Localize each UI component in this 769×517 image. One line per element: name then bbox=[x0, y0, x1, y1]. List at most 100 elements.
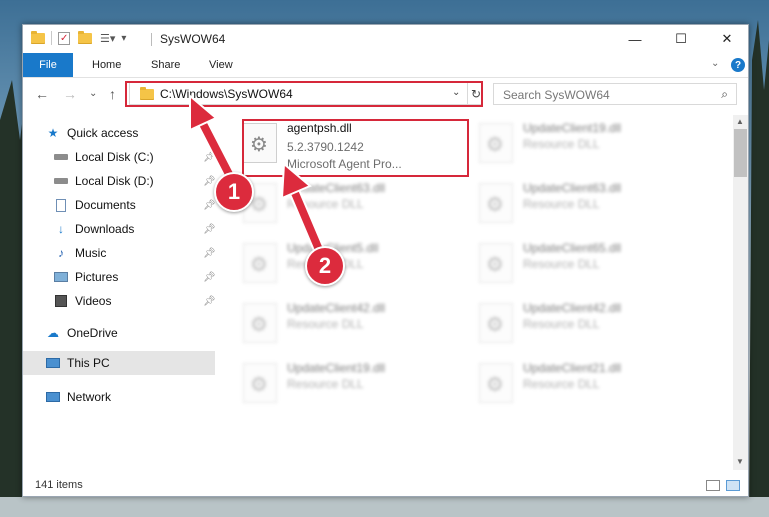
title-bar: ✓ ☰▾ ▾ SysWOW64 — ☐ ✕ bbox=[23, 25, 748, 53]
file-item[interactable]: UpdateClient63.dll Resource DLL bbox=[471, 179, 701, 233]
sidebar-item-onedrive[interactable]: ☁ OneDrive bbox=[45, 323, 118, 343]
music-icon: ♪ bbox=[58, 246, 64, 260]
large-icons-view-icon[interactable] bbox=[726, 480, 740, 491]
sidebar-item-label: Quick access bbox=[67, 126, 139, 140]
maximize-icon: ☐ bbox=[675, 31, 687, 46]
new-folder-icon[interactable] bbox=[78, 30, 92, 44]
tab-share[interactable]: Share bbox=[151, 53, 180, 77]
scroll-up-icon[interactable]: ▲ bbox=[736, 117, 744, 126]
properties-icon[interactable]: ✓ bbox=[58, 31, 70, 45]
back-button[interactable]: ← bbox=[35, 86, 49, 102]
file-highlight bbox=[242, 119, 469, 177]
pin-icon[interactable]: 📌︎ bbox=[203, 296, 216, 307]
download-icon: ↓ bbox=[58, 222, 64, 236]
file-name: UpdateClient63.dll bbox=[523, 181, 622, 195]
sidebar-item-label: Music bbox=[75, 246, 107, 260]
sidebar-item-downloads[interactable]: ↓ Downloads bbox=[53, 219, 134, 239]
file-item[interactable]: UpdateClient65.dll Resource DLL bbox=[471, 239, 701, 293]
file-name: UpdateClient42.dll bbox=[523, 301, 622, 315]
scroll-down-icon[interactable]: ▼ bbox=[736, 457, 744, 466]
cloud-icon: ☁ bbox=[47, 326, 59, 340]
sidebar-item-label: Network bbox=[67, 390, 112, 404]
close-button[interactable]: ✕ bbox=[704, 25, 750, 53]
title-divider bbox=[151, 33, 152, 46]
sidebar-item-videos[interactable]: Videos bbox=[53, 291, 111, 311]
videos-icon bbox=[53, 294, 69, 308]
search-icon[interactable]: ⌕ bbox=[721, 87, 728, 102]
sidebar-item-label: This PC bbox=[67, 356, 110, 370]
dll-file-icon bbox=[243, 303, 277, 343]
pin-icon[interactable]: 📌︎ bbox=[203, 176, 216, 187]
minimize-icon: — bbox=[628, 31, 642, 47]
sidebar-item-this-pc[interactable]: This PC bbox=[23, 351, 215, 375]
help-icon[interactable]: ? bbox=[731, 58, 745, 72]
ribbon-tabs: File Home Share View ⌄ ? bbox=[23, 53, 748, 78]
file-item[interactable]: UpdateClient21.dll Resource DLL bbox=[471, 359, 701, 413]
window-title: SysWOW64 bbox=[160, 32, 226, 46]
callout-badge-1: 1 bbox=[214, 172, 254, 212]
file-type: Resource DLL bbox=[523, 137, 600, 151]
pin-icon[interactable]: 📌︎ bbox=[203, 248, 216, 259]
file-item[interactable]: UpdateClient63.dll Resource DLL bbox=[235, 179, 465, 233]
file-name: UpdateClient19.dll bbox=[287, 361, 386, 375]
file-item[interactable]: UpdateClient19.dll Resource DLL bbox=[235, 359, 465, 413]
explorer-window: ✓ ☰▾ ▾ SysWOW64 — ☐ ✕ File Home Share Vi… bbox=[22, 24, 749, 497]
customize-toolbar-icon[interactable]: ☰▾ bbox=[100, 32, 115, 45]
toolbar-separator bbox=[51, 31, 52, 45]
up-button[interactable]: ↑ bbox=[109, 86, 116, 102]
pin-icon[interactable]: 📌︎ bbox=[203, 224, 216, 235]
dll-file-icon bbox=[479, 243, 513, 283]
tab-view[interactable]: View bbox=[209, 53, 233, 77]
file-name: UpdateClient63.dll bbox=[287, 181, 386, 195]
sidebar-item-music[interactable]: ♪ Music bbox=[53, 243, 106, 263]
pin-icon[interactable]: 📌︎ bbox=[203, 200, 216, 211]
drive-icon bbox=[53, 150, 69, 164]
file-type: Resource DLL bbox=[287, 377, 364, 391]
tab-home[interactable]: Home bbox=[92, 53, 121, 77]
file-item[interactable]: UpdateClient42.dll Resource DLL bbox=[235, 299, 465, 353]
file-type: Resource DLL bbox=[287, 317, 364, 331]
file-type: Resource DLL bbox=[523, 317, 600, 331]
sidebar-item-label: Local Disk (D:) bbox=[75, 174, 154, 188]
search-placeholder: Search SysWOW64 bbox=[503, 88, 610, 102]
sidebar-item-local-disk-d[interactable]: Local Disk (D:) bbox=[53, 171, 154, 191]
minimize-button[interactable]: — bbox=[612, 25, 658, 53]
star-icon: ★ bbox=[47, 126, 59, 140]
maximize-button[interactable]: ☐ bbox=[658, 25, 704, 53]
sidebar-item-label: Local Disk (C:) bbox=[75, 150, 154, 164]
address-highlight bbox=[125, 81, 483, 107]
file-item[interactable]: UpdateClient5.dll Resource DLL bbox=[235, 239, 465, 293]
callout-badge-2: 2 bbox=[305, 246, 345, 286]
file-type: Resource DLL bbox=[523, 197, 600, 211]
item-count: 141 items bbox=[35, 479, 83, 491]
dll-file-icon bbox=[479, 123, 513, 163]
pin-icon[interactable]: 📌︎ bbox=[203, 152, 216, 163]
dll-file-icon bbox=[479, 183, 513, 223]
expand-ribbon-icon[interactable]: ⌄ bbox=[711, 58, 719, 69]
search-input[interactable]: Search SysWOW64 ⌕ bbox=[493, 83, 737, 105]
file-item[interactable]: UpdateClient19.dll Resource DLL bbox=[471, 119, 701, 173]
pin-icon[interactable]: 📌︎ bbox=[203, 272, 216, 283]
folder-icon[interactable] bbox=[31, 30, 45, 44]
close-icon: ✕ bbox=[721, 31, 733, 46]
recent-locations-button[interactable]: ⌄ bbox=[89, 88, 97, 99]
pictures-icon bbox=[53, 270, 69, 284]
sidebar-item-local-disk-c[interactable]: Local Disk (C:) bbox=[53, 147, 154, 167]
vertical-scrollbar[interactable]: ▲ ▼ bbox=[733, 115, 748, 470]
file-name: UpdateClient19.dll bbox=[523, 121, 622, 135]
sidebar-item-network[interactable]: Network bbox=[45, 387, 111, 407]
details-view-icon[interactable] bbox=[706, 480, 720, 491]
forward-button[interactable]: → bbox=[63, 86, 77, 102]
sidebar-item-label: Pictures bbox=[75, 270, 119, 284]
file-name: UpdateClient65.dll bbox=[523, 241, 622, 255]
scrollbar-thumb[interactable] bbox=[734, 129, 747, 177]
sidebar-item-pictures[interactable]: Pictures bbox=[53, 267, 118, 287]
file-item[interactable]: UpdateClient42.dll Resource DLL bbox=[471, 299, 701, 353]
drive-icon bbox=[53, 174, 69, 188]
tab-file[interactable]: File bbox=[23, 53, 73, 77]
sidebar-item-quick-access[interactable]: ★ Quick access bbox=[45, 123, 139, 143]
sidebar-item-label: Documents bbox=[75, 198, 136, 212]
sidebar-item-documents[interactable]: Documents bbox=[53, 195, 136, 215]
quick-access-toolbar: ✓ ☰▾ ▾ bbox=[31, 30, 126, 45]
toolbar-dropdown-icon[interactable]: ▾ bbox=[121, 33, 126, 44]
